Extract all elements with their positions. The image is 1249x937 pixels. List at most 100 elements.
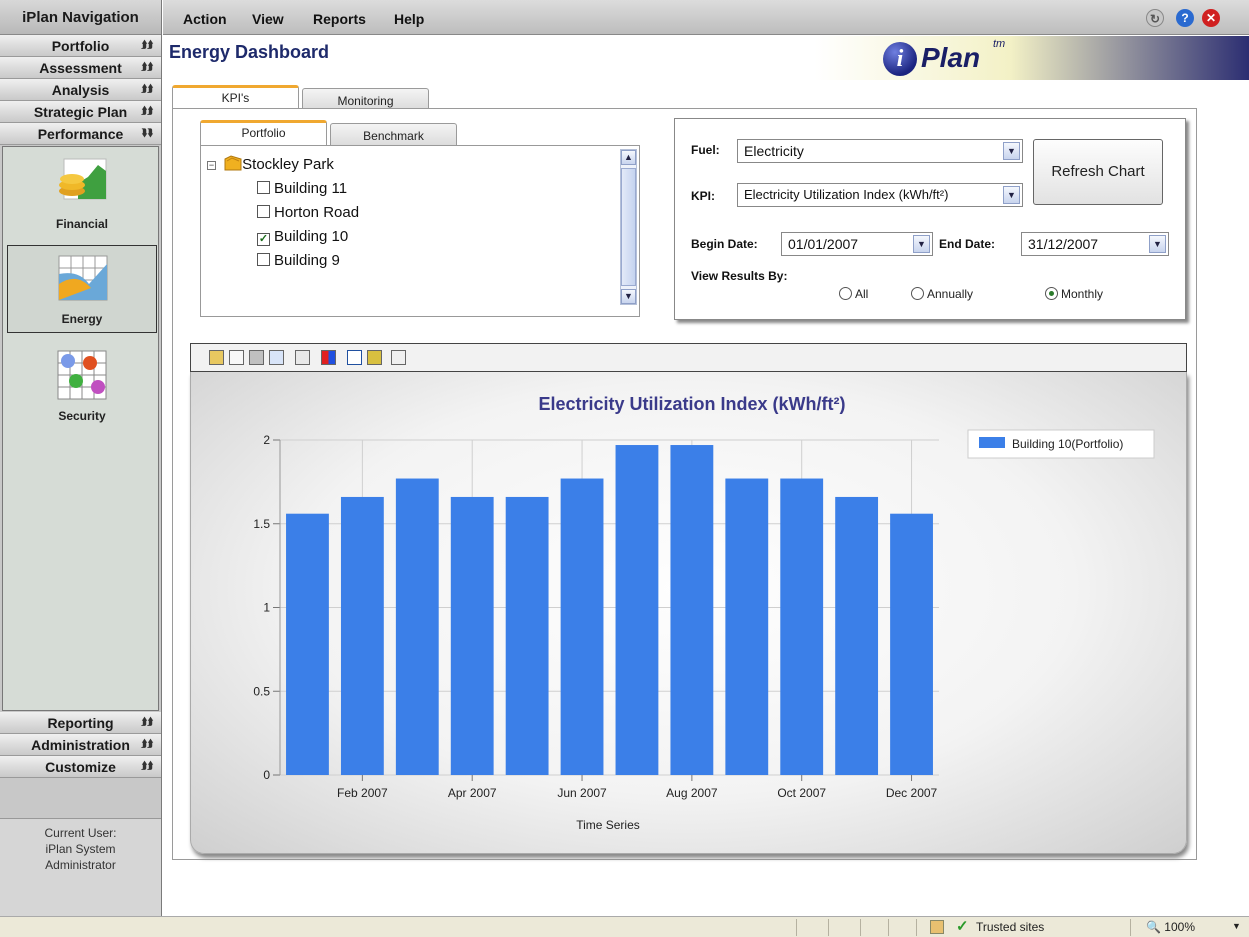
y-tick-label: 1 <box>263 601 270 615</box>
radio-label: Annually <box>927 287 974 301</box>
end-date-picker[interactable]: 31/12/2007 ▼ <box>1021 232 1169 256</box>
print-icon[interactable] <box>249 350 264 365</box>
nav-tile-label: Security <box>58 409 106 423</box>
logo-letter: i <box>883 42 917 76</box>
checkbox[interactable] <box>257 205 270 218</box>
kpi-select[interactable]: Electricity Utilization Index (kWh/ft²) ▼ <box>737 183 1023 207</box>
logo-tm: tm <box>993 38 1006 50</box>
checkbox[interactable] <box>257 253 270 266</box>
chart-legend[interactable]: Building 10(Portfolio) <box>967 429 1155 459</box>
navigation-panel: iPlan Navigation Portfolio ⮭⮭ Assessment ⮭… <box>0 0 162 916</box>
chevron-up-icon: ⮭⮭ <box>141 84 153 95</box>
nav-section-label: Reporting <box>47 715 114 731</box>
refresh-chart-button[interactable]: Refresh Chart <box>1033 139 1163 205</box>
nav-tile-energy[interactable]: Energy <box>7 245 157 333</box>
scroll-down-icon[interactable]: ▼ <box>621 289 636 304</box>
chart-bar <box>670 445 714 775</box>
portfolio-tree: − Stockley Park Building 11 Horton Road … <box>200 145 640 317</box>
radio-circle[interactable] <box>839 287 852 300</box>
radio-all[interactable]: All <box>839 287 868 301</box>
zoom-icon[interactable] <box>269 350 284 365</box>
help-icon[interactable]: ? <box>1176 9 1194 27</box>
chevron-down-icon[interactable]: ▼ <box>1232 921 1241 931</box>
energy-icon <box>58 255 108 301</box>
chart-bar <box>340 496 384 775</box>
checkbox-checked[interactable]: ✓ <box>257 233 270 246</box>
nav-section-strategic-plan[interactable]: Strategic Plan ⮭⮭ <box>0 101 161 123</box>
nav-section-analysis[interactable]: Analysis ⮭⮭ <box>0 79 161 101</box>
nav-section-performance[interactable]: Performance ⮯⮯ <box>0 123 161 145</box>
tree-item-building-10[interactable]: ✓ Building 10 <box>257 226 348 248</box>
nav-tile-label: Financial <box>55 217 108 231</box>
tab-kpis[interactable]: KPI's <box>172 85 299 109</box>
chevron-down-icon[interactable]: ▼ <box>1003 142 1020 160</box>
nav-section-label: Administration <box>31 737 130 753</box>
refresh-icon[interactable]: ↻ <box>1146 9 1164 27</box>
security-icon <box>57 350 107 400</box>
tree-item-building-11[interactable]: Building 11 <box>257 178 347 200</box>
y-tick-label: 1.5 <box>253 517 270 531</box>
3d-icon[interactable] <box>367 350 382 365</box>
checkbox[interactable] <box>257 181 270 194</box>
current-user-name-line2: Administrator <box>45 858 116 872</box>
close-icon[interactable]: ✕ <box>1202 9 1220 27</box>
radio-annually[interactable]: Annually <box>911 287 973 301</box>
open-icon[interactable] <box>209 350 224 365</box>
chart-title: Electricity Utilization Index (kWh/ft²) <box>538 394 845 414</box>
chevron-up-icon: ⮭⮭ <box>141 62 153 73</box>
chevron-down-icon[interactable]: ▼ <box>1003 186 1020 204</box>
chart-bar <box>286 513 329 775</box>
copy-icon[interactable] <box>229 350 244 365</box>
x-tick-label: Dec 2007 <box>886 786 938 800</box>
begin-date-label: Begin Date: <box>691 237 758 251</box>
tree-item-building-9[interactable]: Building 9 <box>257 250 340 272</box>
chevron-up-icon: ⮭⮭ <box>141 106 153 117</box>
menu-action[interactable]: Action <box>183 0 227 38</box>
chevron-down-icon: ⮯⮯ <box>141 128 153 139</box>
fuel-value: Electricity <box>744 143 804 159</box>
nav-tile-security[interactable]: Security <box>7 341 157 429</box>
zoom-icon: 🔍 <box>1146 920 1161 934</box>
tree-root-label: Stockley Park <box>242 156 334 173</box>
legend-icon[interactable] <box>347 350 362 365</box>
x-axis-label: Time Series <box>576 818 640 832</box>
nav-section-reporting[interactable]: Reporting ⮭⮭ <box>0 712 161 734</box>
tree-item-horton-road[interactable]: Horton Road <box>257 202 359 224</box>
y-tick-label: 2 <box>263 433 270 447</box>
nav-tile-financial[interactable]: Financial <box>7 149 157 237</box>
begin-date-picker[interactable]: 01/01/2007 ▼ <box>781 232 933 256</box>
tab-benchmark[interactable]: Benchmark <box>330 123 457 145</box>
tree-item-label: Building 11 <box>274 180 348 197</box>
menu-reports[interactable]: Reports <box>313 0 366 38</box>
chevron-up-icon: ⮭⮭ <box>141 40 153 51</box>
kpi-value: Electricity Utilization Index (kWh/ft²) <box>744 187 949 202</box>
palette-icon[interactable] <box>321 350 336 365</box>
nav-section-portfolio[interactable]: Portfolio ⮭⮭ <box>0 35 161 57</box>
nav-section-label: Analysis <box>51 82 110 98</box>
properties-icon[interactable] <box>391 350 406 365</box>
radio-circle-selected[interactable] <box>1045 287 1058 300</box>
chevron-down-icon[interactable]: ▼ <box>1149 235 1166 253</box>
zoom-level[interactable]: 🔍 100% <box>1146 920 1195 934</box>
nav-tile-label: Energy <box>61 312 103 326</box>
collapse-icon[interactable]: − <box>207 161 216 170</box>
tree-root[interactable]: − Stockley Park <box>207 154 334 176</box>
menu-help[interactable]: Help <box>394 0 424 38</box>
scroll-up-icon[interactable]: ▲ <box>621 150 636 165</box>
tab-portfolio[interactable]: Portfolio <box>200 120 327 146</box>
radio-monthly[interactable]: Monthly <box>1045 287 1103 301</box>
nav-section-administration[interactable]: Administration ⮭⮭ <box>0 734 161 756</box>
chart-type-icon[interactable] <box>295 350 310 365</box>
menu-view[interactable]: View <box>252 0 284 38</box>
nav-section-customize[interactable]: Customize ⮭⮭ <box>0 756 161 778</box>
zoom-value: 100% <box>1164 920 1195 934</box>
fuel-select[interactable]: Electricity ▼ <box>737 139 1023 163</box>
current-user-info: Current User: iPlan System Administrator <box>0 818 161 916</box>
chevron-down-icon[interactable]: ▼ <box>913 235 930 253</box>
scroll-thumb[interactable] <box>621 168 636 286</box>
tree-scrollbar[interactable]: ▲ ▼ <box>620 149 637 305</box>
nav-section-assessment[interactable]: Assessment ⮭⮭ <box>0 57 161 79</box>
begin-date-value: 01/01/2007 <box>788 236 859 252</box>
radio-circle[interactable] <box>911 287 924 300</box>
tab-monitoring[interactable]: Monitoring <box>302 88 429 109</box>
